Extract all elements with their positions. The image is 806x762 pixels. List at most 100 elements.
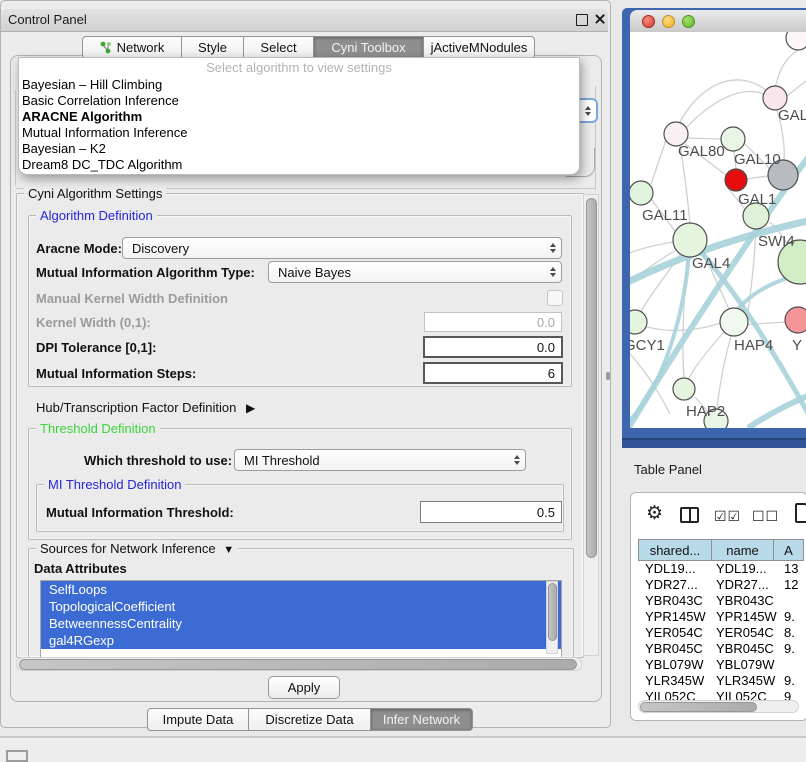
node-label-gal: GAL [778,107,806,124]
kernel-width-label: Kernel Width (0,1): [36,315,151,330]
table-row[interactable]: YIL052CYIL052C9 [638,689,806,700]
network-node[interactable] [725,169,747,191]
table-row[interactable]: YLR345WYLR345W9. [638,673,806,689]
which-threshold-combobox[interactable]: MI Threshold [234,449,526,471]
chevron-down-icon: ▼ [223,544,234,556]
network-node[interactable] [630,181,653,205]
chevron-right-icon: ▶ [246,401,255,415]
tab-network[interactable]: Network [82,36,182,59]
hidden-combo-stepper-fragment[interactable] [577,98,598,123]
sources-toggle[interactable]: Sources for Network Inference ▼ [36,541,238,556]
settings-vertical-scrollbar[interactable] [583,194,599,656]
table-cell: YDR27... [645,577,713,593]
table-row[interactable]: YPR145WYPR145W9. [638,609,806,625]
column-header-name[interactable]: name [711,539,774,561]
mac-close-icon[interactable] [642,15,655,28]
tab-style[interactable]: Style [182,36,244,59]
algorithm-dropdown-placeholder: Select algorithm to view settings [19,58,579,77]
network-node[interactable] [785,307,806,333]
mi-steps-field[interactable]: 6 [423,362,563,384]
network-edge [678,80,775,126]
mi-threshold-field[interactable]: 0.5 [420,501,562,523]
mac-minimize-icon[interactable] [662,15,675,28]
new-column-icon[interactable] [795,503,806,523]
attribute-item-gal4rgexp[interactable]: gal4RGexp [41,632,561,649]
tab-jactivemnodules[interactable]: jActiveMNodules [424,36,535,59]
data-attributes-list[interactable]: SelfLoopsTopologicalCoefficientBetweenne… [40,580,562,658]
table-horizontal-scrollbar[interactable] [638,700,799,713]
tab-label: jActiveMNodules [431,40,528,55]
table-row[interactable]: YBR043CYBR043C [638,593,806,609]
algorithm-option-aracne-algorithm[interactable]: ARACNE Algorithm [19,109,579,125]
dpi-tolerance-label: DPI Tolerance [0,1]: [36,340,156,355]
float-window-icon[interactable] [576,14,588,26]
table-cell: YER054C [645,625,713,641]
network-edge [688,332,724,380]
attribute-item-selfloops[interactable]: SelfLoops [41,581,561,598]
control-panel-titlebar[interactable] [1,9,608,32]
network-edge [787,78,806,96]
aracne-mode-label: Aracne Mode: [36,241,122,256]
table-cell: YLR345W [716,673,782,689]
attribute-item-topologicalcoefficient[interactable]: TopologicalCoefficient [41,598,561,615]
attributes-scrollbar[interactable] [546,581,558,654]
network-node[interactable] [673,378,695,400]
table-header-row: shared...nameA [638,539,806,561]
tab-select[interactable]: Select [244,36,314,59]
apply-button[interactable]: Apply [268,676,340,699]
table-cell: 8. [784,625,806,641]
algorithm-option-mutual-information-inference[interactable]: Mutual Information Inference [19,125,579,141]
network-edge [647,323,721,330]
column-header-a[interactable]: A [773,539,804,561]
network-node[interactable] [786,32,806,50]
table-row[interactable]: YBL079WYBL079W [638,657,806,673]
select-all-icon[interactable]: ☑☑ [714,508,741,525]
network-node[interactable] [720,308,748,336]
aracne-mode-value: Discovery [132,241,189,256]
hub-definition-toggle[interactable]: Hub/Transcription Factor Definition ▶ [36,400,255,415]
column-header-shared[interactable]: shared... [638,539,712,561]
sources-title: Sources for Network Inference [40,541,216,556]
table-row[interactable]: YBR045CYBR045C9. [638,641,806,657]
table-row[interactable]: YDR27...YDR27...12 [638,577,806,593]
table-cell: YBL079W [716,657,782,673]
table-row[interactable]: YDL19...YDL19...13 [638,561,806,577]
collapsed-panel-icon[interactable] [6,750,28,762]
gear-icon[interactable]: ⚙ [646,502,663,525]
tab-cyni-toolbox[interactable]: Cyni Toolbox [314,36,424,59]
network-node[interactable] [630,310,647,334]
data-attributes-label: Data Attributes [34,561,127,576]
network-node[interactable] [673,223,707,257]
network-view-canvas[interactable]: GALGAL80GAL10GAL1GAL11SWI4GAL4GCY1HAP4YH… [630,32,806,428]
tab-discretize-data[interactable]: Discretize Data [249,708,371,731]
dpi-tolerance-field[interactable]: 0.0 [423,336,563,358]
mac-zoom-icon[interactable] [682,15,695,28]
tab-impute-data[interactable]: Impute Data [147,708,249,731]
deselect-all-icon[interactable]: ☐☐ [752,508,779,525]
tab-infer-network[interactable]: Infer Network [371,708,473,731]
algorithm-option-dream8-dc-tdc-algorithm[interactable]: Dream8 DC_TDC Algorithm [19,157,579,173]
table-cell: 9. [784,609,806,625]
node-label-swi4: SWI4 [758,233,795,250]
close-icon[interactable] [594,13,606,25]
tab-label: Network [117,40,165,55]
node-label-gal10: GAL10 [734,151,781,168]
panel-resize-handle[interactable] [606,372,610,380]
algorithm-option-basic-correlation-inference[interactable]: Basic Correlation Inference [19,93,579,109]
network-window-titlebar[interactable] [630,10,806,33]
algorithm-option-bayesian-hill-climbing[interactable]: Bayesian – Hill Climbing [19,77,579,93]
mi-algorithm-type-label: Mutual Information Algorithm Type: [36,265,255,280]
split-columns-icon[interactable] [680,507,699,523]
table-body: YDL19...YDL19...13YDR27...YDR27...12YBR0… [638,561,806,700]
table-cell: YPR145W [645,609,713,625]
attribute-item-betweennesscentrality[interactable]: BetweennessCentrality [41,615,561,632]
mi-algorithm-type-combobox[interactable]: Naive Bayes [268,261,562,283]
table-row[interactable]: YER054CYER054C8. [638,625,806,641]
control-panel-tab-bar: Network StyleSelectCyni Toolbox jActiveMNo… [82,36,535,59]
node-label-gal11: GAL11 [642,207,688,224]
algorithm-dropdown-popup: Select algorithm to view settings Bayesi… [18,57,580,175]
settings-horizontal-scrollbar[interactable] [16,657,582,671]
mi-steps-label: Mutual Information Steps: [36,366,196,381]
algorithm-option-bayesian-k2[interactable]: Bayesian – K2 [19,141,579,157]
aracne-mode-combobox[interactable]: Discovery [122,237,562,259]
